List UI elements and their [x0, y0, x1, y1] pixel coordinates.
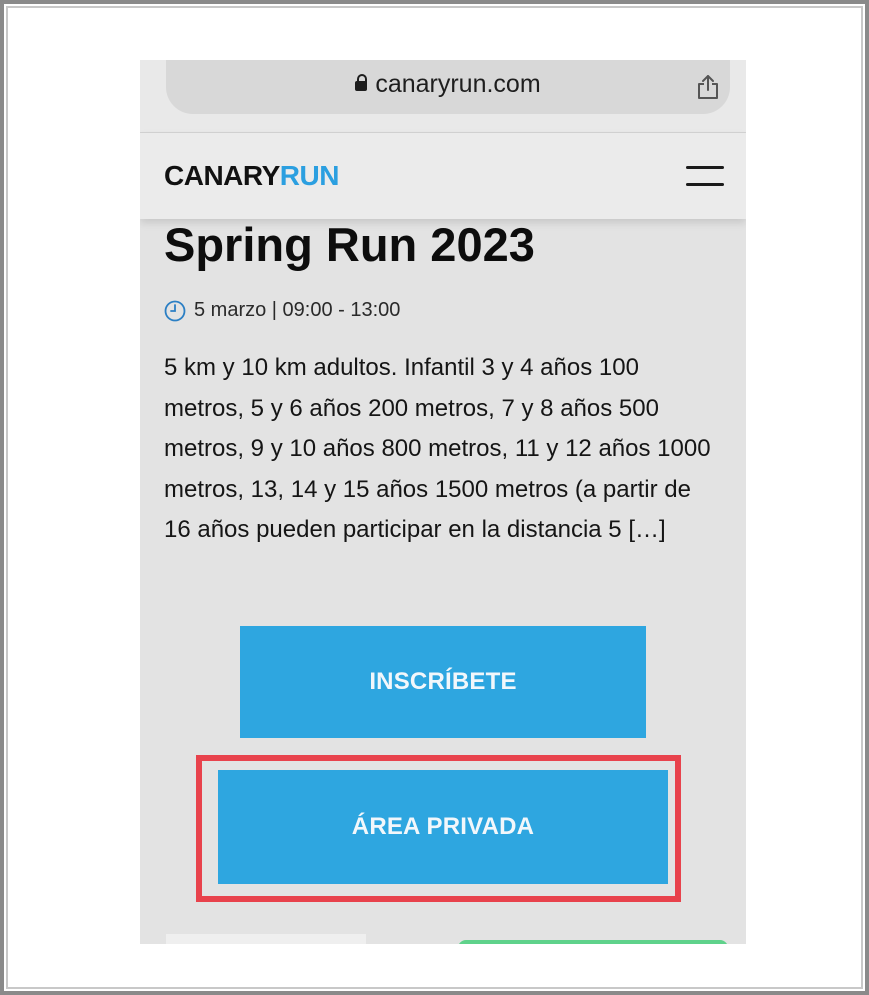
url-text: canaryrun.com: [375, 70, 541, 98]
register-button[interactable]: INSCRÍBETE: [240, 626, 646, 738]
site-logo[interactable]: CANARYRUN: [164, 160, 339, 192]
hamburger-menu-icon[interactable]: [686, 163, 724, 187]
logo-text-canary: CANARY: [164, 160, 280, 191]
highlight-box: [196, 755, 681, 902]
next-card-edge: [166, 934, 366, 944]
clock-icon: [164, 300, 186, 321]
browser-toolbar: canaryrun.com: [140, 60, 746, 133]
logo-text-run: RUN: [279, 160, 340, 191]
event-description: 5 km y 10 km adultos. Infantil 3 y 4 año…: [164, 354, 711, 543]
event-datetime: 5 marzo | 09:00 - 13:00: [194, 299, 401, 321]
site-header: CANARYRUN: [140, 133, 746, 219]
next-button-edge: [458, 940, 728, 944]
share-icon[interactable]: [696, 74, 720, 100]
event-datetime-row: 5 marzo | 09:00 - 13:00: [164, 299, 724, 322]
address-bar[interactable]: canaryrun.com: [166, 60, 730, 114]
event-title: Spring Run 2023: [164, 218, 535, 271]
event-content: Spring Run 2023 5 marzo | 09:00 - 13:00 …: [164, 215, 724, 551]
lock-icon: [355, 74, 368, 91]
url-display[interactable]: canaryrun.com: [166, 70, 730, 99]
